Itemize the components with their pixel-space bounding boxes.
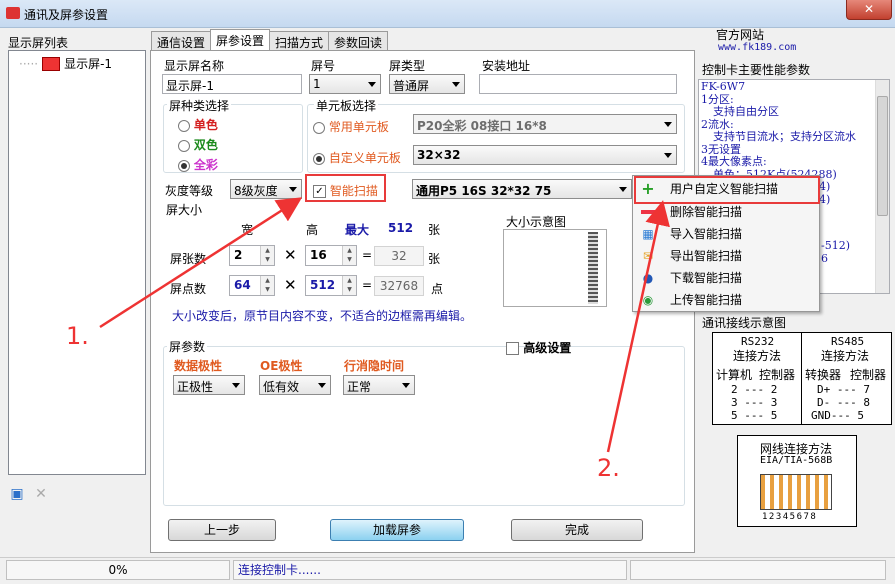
tab-screen-params[interactable]: 屏参设置	[210, 29, 271, 50]
annotation-2: 2.	[597, 454, 620, 482]
annotation-1: 1.	[66, 322, 89, 350]
annotation-arrows	[99, 197, 670, 453]
